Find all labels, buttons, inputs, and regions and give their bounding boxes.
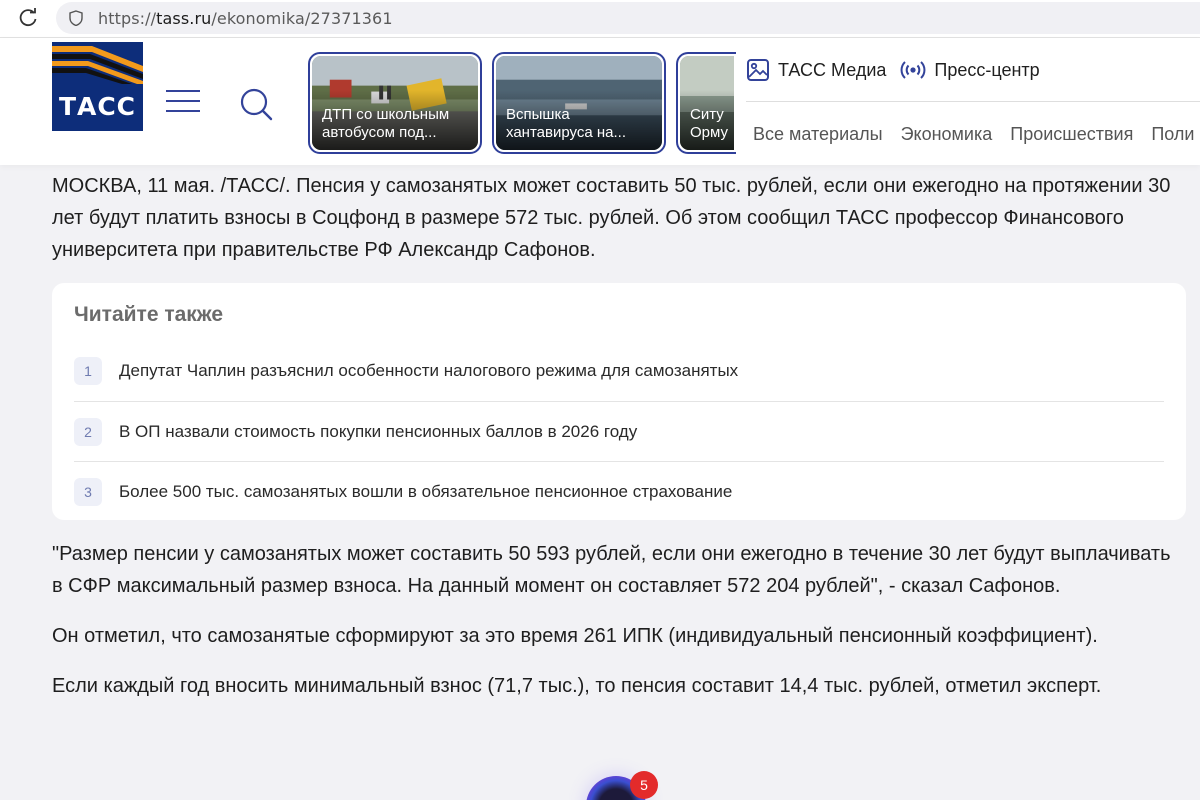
article-lead: МОСКВА, 11 мая. /ТАСС/. Пенсия у самозан… [52, 175, 1171, 261]
read-also-link[interactable]: Более 500 тыс. самозанятых вошли в обяза… [119, 482, 732, 502]
notification-badge: 5 [630, 771, 658, 799]
browser-toolbar: https://tass.ru/ekonomika/27371361 [0, 0, 1200, 38]
reload-icon[interactable] [17, 7, 39, 29]
story-caption-3: Ситу Орму [690, 106, 728, 141]
section-nav: Все материалы Экономика Происшествия Пол… [753, 124, 1200, 145]
story-caption-1: ДТП со школьным автобусом под... [322, 106, 450, 141]
address-bar[interactable]: https://tass.ru/ekonomika/27371361 [56, 2, 1200, 34]
nav-divider [746, 101, 1200, 102]
site-header: ТАСС ДТП со школьным автобусом под... Вс… [0, 38, 1200, 165]
article-paragraph-ipk: Он отметил, что самозанятые сформируют з… [52, 625, 1098, 647]
tass-media-label: ТАСС Медиа [778, 59, 887, 80]
article-continued: "Размер пенсии у самозанятых может соста… [52, 538, 1182, 702]
read-also-box: Читайте также 1 Депутат Чаплин разъяснил… [52, 283, 1186, 520]
url-scheme: https:// [98, 9, 157, 28]
menu-icon[interactable] [166, 90, 200, 116]
story-card-3[interactable]: Ситу Орму [676, 52, 736, 154]
top-links: ТАСС Медиа Пресс-центр [746, 58, 1054, 82]
read-also-item[interactable]: 2 В ОП назвали стоимость покупки пенсион… [74, 401, 1164, 461]
nav-item-economy[interactable]: Экономика [901, 124, 993, 145]
shield-icon[interactable] [68, 10, 84, 26]
broadcast-icon [901, 61, 926, 79]
read-also-link[interactable]: В ОП назвали стоимость покупки пенсионны… [119, 422, 637, 442]
story-card-2[interactable]: Вспышка хантавируса на... [492, 52, 666, 154]
tass-media-link[interactable]: ТАСС Медиа [746, 58, 886, 82]
ribbon-stripes [52, 42, 143, 84]
article-paragraph-minimum: Если каждый год вносить минимальный взно… [52, 675, 1102, 697]
nav-item-politics[interactable]: Поли [1151, 124, 1194, 145]
read-also-item[interactable]: 3 Более 500 тыс. самозанятых вошли в обя… [74, 461, 1164, 521]
read-also-link[interactable]: Депутат Чаплин разъяснил особенности нал… [119, 361, 738, 381]
press-center-link[interactable]: Пресс-центр [900, 58, 1040, 82]
nav-item-all[interactable]: Все материалы [753, 124, 883, 145]
article-body: МОСКВА, 11 мая. /ТАСС/. Пенсия у самозан… [52, 170, 1182, 266]
logo-text: ТАСС [58, 92, 137, 121]
read-also-number: 3 [74, 477, 102, 506]
story-card-1[interactable]: ДТП со школьным автобусом под... [308, 52, 482, 154]
read-also-item[interactable]: 1 Депутат Чаплин разъяснил особенности н… [74, 341, 1164, 401]
url-host: tass.ru [156, 9, 212, 28]
search-icon[interactable] [238, 86, 274, 122]
url-path: /ekonomika/27371361 [211, 9, 393, 28]
read-also-number: 1 [74, 357, 102, 385]
press-center-label: Пресс-центр [934, 59, 1040, 80]
tass-logo[interactable]: ТАСС [52, 42, 143, 131]
url-text[interactable]: https://tass.ru/ekonomika/27371361 [98, 9, 393, 28]
story-caption-2: Вспышка хантавируса на... [506, 106, 626, 141]
nav-item-incidents[interactable]: Происшествия [1010, 124, 1133, 145]
read-also-number: 2 [74, 417, 102, 446]
article-paragraph-quote: "Размер пенсии у самозанятых может соста… [52, 543, 1171, 597]
image-icon [747, 59, 769, 81]
read-also-title: Читайте также [74, 303, 224, 326]
